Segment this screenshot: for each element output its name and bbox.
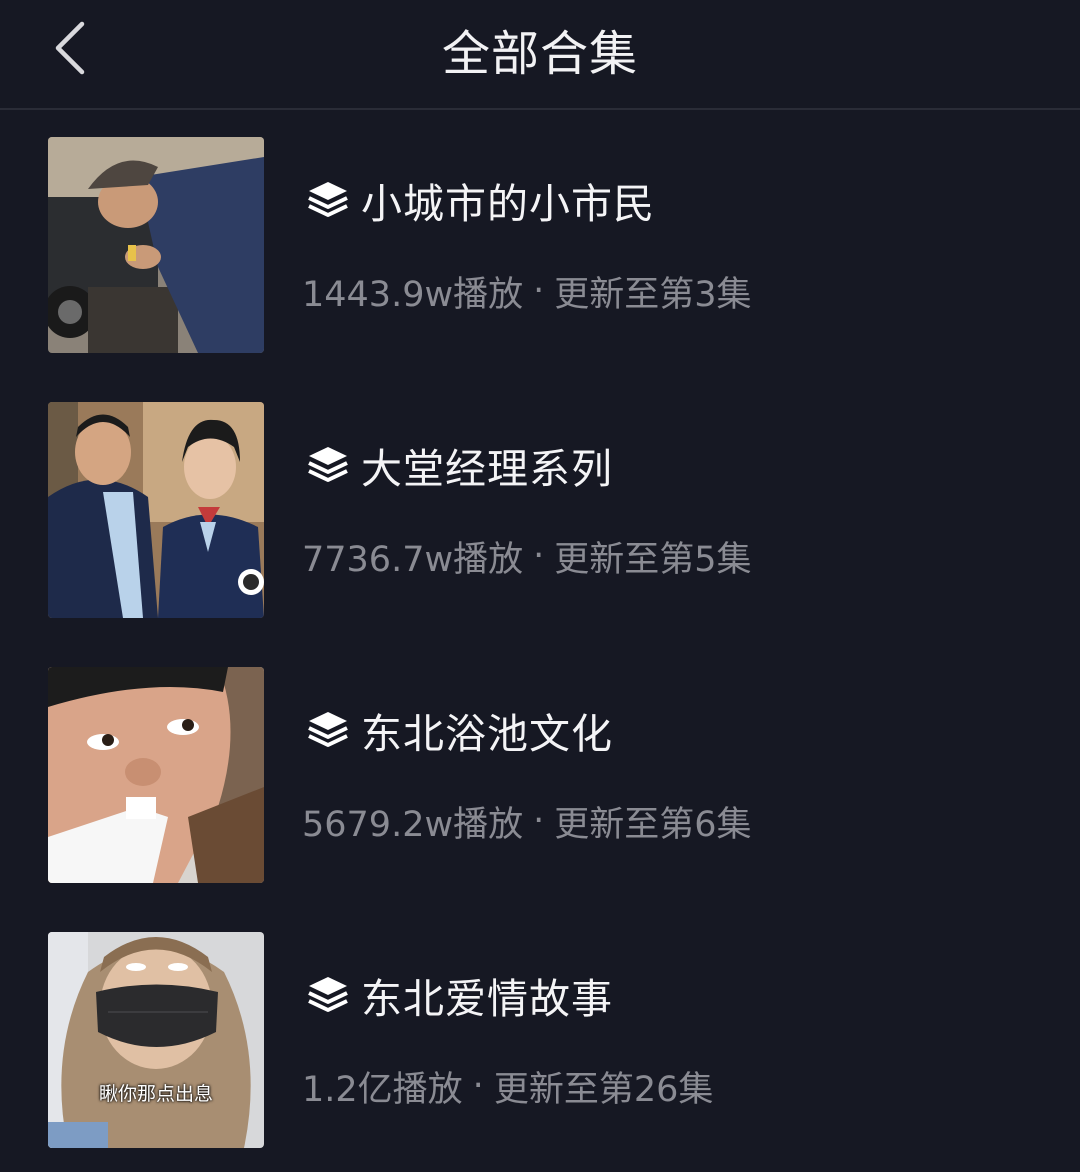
collection-thumbnail — [48, 137, 264, 353]
page-title: 全部合集 — [441, 26, 638, 82]
collection-title: 东北爱情故事 — [361, 975, 613, 1023]
collection-list: 小城市的小市民 1443.9w播放 · 更新至第3集 大堂经理系列 7736.7… — [0, 112, 1080, 1172]
collection-thumbnail — [48, 667, 264, 883]
collection-item[interactable]: 小城市的小市民 1443.9w播放 · 更新至第3集 — [0, 112, 1080, 377]
collection-item[interactable]: 大堂经理系列 7736.7w播放 · 更新至第5集 — [0, 377, 1080, 642]
meta-separator: · — [533, 536, 545, 576]
collection-title-row: 小城市的小市民 — [305, 174, 655, 228]
layers-stack-icon — [308, 182, 348, 217]
collection-title: 小城市的小市民 — [361, 180, 655, 228]
collection-meta: 1443.9w播放 · 更新至第3集 — [302, 269, 752, 315]
collection-thumbnail: 瞅你那点出息 — [48, 932, 264, 1148]
chevron-left-icon — [55, 21, 85, 75]
collection-meta: 7736.7w播放 · 更新至第5集 — [302, 534, 752, 580]
play-count: 1.2亿播放 — [302, 1069, 463, 1110]
collection-item[interactable]: 东北浴池文化 5679.2w播放 · 更新至第6集 — [0, 642, 1080, 907]
back-button[interactable] — [40, 15, 100, 81]
top-bar: 全部合集 — [0, 0, 1080, 110]
collection-title-row: 大堂经理系列 — [305, 439, 613, 493]
collection-title: 东北浴池文化 — [361, 710, 613, 758]
layers-stack-icon — [308, 977, 348, 1012]
play-count: 1443.9w播放 — [302, 274, 524, 315]
collection-meta: 1.2亿播放 · 更新至第26集 — [302, 1064, 713, 1110]
collection-meta: 5679.2w播放 · 更新至第6集 — [302, 799, 752, 845]
layers-stack-icon — [308, 712, 348, 747]
thumbnail-caption: 瞅你那点出息 — [98, 1083, 213, 1105]
meta-separator: · — [533, 801, 545, 841]
collection-item[interactable]: 瞅你那点出息 东北爱情故事 1.2亿播放 · 更新至第26集 — [0, 907, 1080, 1172]
collection-title-row: 东北浴池文化 — [305, 704, 613, 758]
play-count: 5679.2w播放 — [302, 804, 524, 845]
update-status: 更新至第3集 — [554, 274, 752, 315]
collection-title: 大堂经理系列 — [361, 445, 613, 493]
play-count: 7736.7w播放 — [302, 539, 524, 580]
collection-thumbnail — [48, 402, 264, 618]
update-status: 更新至第6集 — [554, 804, 752, 845]
update-status: 更新至第26集 — [493, 1069, 714, 1110]
collections-page: 全部合集 小城市的小市民 1443.9w播放 · 更新至第3集 大堂经理系列 7… — [0, 0, 1080, 1172]
layers-stack-icon — [308, 447, 348, 482]
meta-separator: · — [472, 1066, 484, 1106]
meta-separator: · — [533, 271, 545, 311]
collection-title-row: 东北爱情故事 — [305, 969, 613, 1023]
update-status: 更新至第5集 — [554, 539, 752, 580]
